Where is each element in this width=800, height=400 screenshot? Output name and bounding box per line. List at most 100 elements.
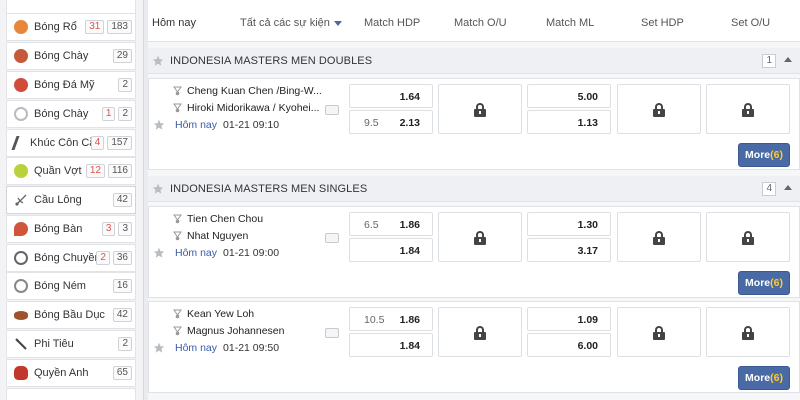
more-markets-button[interactable]: More(6): [738, 143, 790, 167]
odds-ml-away[interactable]: 1.13: [527, 110, 611, 134]
table-tennis-icon: [14, 222, 28, 236]
odds-hdp-away[interactable]: 9.5 2.13: [349, 110, 433, 134]
odds-ml-away[interactable]: 3.17: [527, 238, 611, 262]
odds-price: 1.13: [577, 117, 598, 129]
lock-icon: [653, 103, 665, 117]
sidebar-item-baseball[interactable]: Bóng Chày 29: [6, 42, 136, 70]
team-name: Kean Yew Loh: [187, 308, 255, 320]
tennis-icon: [14, 164, 28, 178]
sidebar-item-label: Bóng Chày: [34, 108, 89, 120]
event-filter-dropdown[interactable]: Tất cả các sự kiện: [240, 0, 342, 42]
event-filter-label: Tất cả các sự kiện: [240, 17, 330, 29]
star-icon[interactable]: [153, 342, 165, 354]
lock-icon: [474, 326, 486, 340]
sidebar-item-rugby[interactable]: Bóng Bầu Dục 42: [6, 301, 136, 329]
sidebar-item-boxing[interactable]: Quyền Anh 65: [6, 359, 136, 387]
sidebar-item-volleyball[interactable]: Bóng Chuyền 2 36: [6, 244, 136, 272]
team-name: Nhat Nguyen: [187, 230, 249, 242]
star-icon[interactable]: [153, 247, 165, 259]
sidebar-item-partial-bottom[interactable]: [6, 388, 136, 400]
sidebar-item-label: Bóng Rổ: [34, 21, 77, 33]
odds-ml-home[interactable]: 5.00: [527, 84, 611, 108]
live-count-badge: 31: [85, 20, 105, 34]
stats-icon[interactable]: [325, 233, 339, 243]
match-row: Cheng Kuan Chen /Bing-W... Hiroki Midori…: [148, 78, 800, 170]
match-ou-locked: [438, 212, 522, 262]
col-header-match-ml: Match ML: [546, 17, 595, 29]
more-count: (6): [770, 277, 783, 289]
live-count-badge: 4: [90, 136, 105, 150]
odds-price: 1.84: [399, 340, 420, 352]
event-count-badge: 2: [118, 107, 132, 121]
odds-price: 1.84: [399, 245, 420, 257]
event-count-badge: 116: [108, 164, 132, 178]
more-markets-button[interactable]: More(6): [738, 271, 790, 295]
stats-icon[interactable]: [325, 105, 339, 115]
shuttlecock-icon: [173, 231, 182, 241]
match-datetime: 01-21 09:50: [223, 342, 280, 354]
hdp-line: 10.5: [364, 314, 385, 326]
odds-price: 3.17: [577, 245, 598, 257]
stats-icon[interactable]: [325, 328, 339, 338]
star-icon[interactable]: [152, 183, 164, 195]
badminton-icon: [14, 193, 28, 207]
league-name: INDONESIA MASTERS MEN SINGLES: [170, 183, 368, 195]
odds-ml-away[interactable]: 6.00: [527, 333, 611, 357]
sidebar-item-baseball-2[interactable]: Bóng Chày 1 2: [6, 100, 136, 128]
sidebar-item-tennis[interactable]: Quần Vợt 12 116: [6, 157, 136, 185]
set-hdp-locked: [617, 84, 701, 134]
sidebar-item-american-football[interactable]: Bóng Đá Mỹ 2: [6, 71, 136, 99]
sidebar-item-partial[interactable]: [6, 0, 136, 14]
odds-hdp-away[interactable]: 1.84: [349, 333, 433, 357]
match-ou-locked: [438, 84, 522, 134]
set-hdp-locked: [617, 212, 701, 262]
sidebar-item-label: Quyền Anh: [34, 367, 89, 379]
shuttlecock-icon: [173, 214, 182, 224]
team-name: Cheng Kuan Chen /Bing-W...: [187, 85, 322, 97]
set-hdp-locked: [617, 307, 701, 357]
match-time: Hôm nay 01-21 09:00: [175, 247, 279, 259]
sidebar-item-darts[interactable]: Phi Tiêu 2: [6, 330, 136, 358]
home-team: Kean Yew Loh: [173, 308, 254, 320]
lock-icon: [474, 231, 486, 245]
odds-price: 1.86: [399, 314, 420, 326]
odds-ml-home[interactable]: 1.30: [527, 212, 611, 236]
home-team: Tien Chen Chou: [173, 213, 263, 225]
more-markets-button[interactable]: More(6): [738, 366, 790, 390]
rugby-icon: [14, 310, 28, 320]
sport-sidebar: Bóng Rổ 31 183 Bóng Chày 29 Bóng Đá Mỹ 2…: [0, 0, 144, 400]
odds-ml-home[interactable]: 1.09: [527, 307, 611, 331]
odds-hdp-home[interactable]: 10.5 1.86: [349, 307, 433, 331]
sidebar-item-table-tennis[interactable]: Bóng Bàn 3 3: [6, 215, 136, 243]
collapse-caret-icon[interactable]: [784, 185, 792, 190]
league-name: INDONESIA MASTERS MEN DOUBLES: [170, 55, 373, 67]
league-header[interactable]: INDONESIA MASTERS MEN SINGLES 4: [148, 176, 800, 202]
odds-hdp-home[interactable]: 1.64: [349, 84, 433, 108]
shuttlecock-icon: [173, 86, 182, 96]
odds-price: 5.00: [577, 91, 598, 103]
sidebar-item-label: Bóng Chày: [34, 50, 89, 62]
basketball-icon: [14, 20, 28, 34]
sidebar-item-hockey[interactable]: Khúc Côn Cầu 4 157: [6, 129, 136, 157]
league-header[interactable]: INDONESIA MASTERS MEN DOUBLES 1: [148, 48, 800, 74]
odds-price: 6.00: [577, 340, 598, 352]
star-icon[interactable]: [152, 55, 164, 67]
star-icon[interactable]: [153, 119, 165, 131]
sidebar-item-badminton[interactable]: Cầu Lông 42: [6, 186, 136, 214]
odds-hdp-away[interactable]: 1.84: [349, 238, 433, 262]
match-datetime: 01-21 09:10: [223, 119, 280, 131]
collapse-caret-icon[interactable]: [784, 57, 792, 62]
odds-price: 1.86: [399, 219, 420, 231]
sidebar-item-basketball[interactable]: Bóng Rổ 31 183: [6, 13, 136, 41]
col-header-set-ou: Set O/U: [731, 17, 771, 29]
today-filter[interactable]: Hôm nay: [152, 0, 196, 42]
odds-hdp-home[interactable]: 6.5 1.86: [349, 212, 433, 236]
event-count-badge: 29: [112, 49, 132, 63]
sidebar-item-handball[interactable]: Bóng Ném 16: [6, 272, 136, 300]
sidebar-item-label: Cầu Lông: [34, 194, 82, 206]
col-header-match-ou: Match O/U: [454, 17, 507, 29]
odds-price: 1.09: [577, 314, 598, 326]
more-label: More: [745, 277, 771, 289]
live-count-badge: 12: [85, 164, 106, 178]
sidebar-item-label: Bóng Ném: [34, 280, 86, 292]
